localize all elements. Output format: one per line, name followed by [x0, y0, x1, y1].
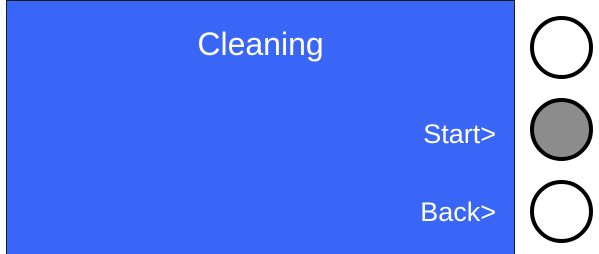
- start-softkey-label: Start>: [423, 119, 496, 149]
- device-panel: Cleaning Start> Back>: [0, 0, 599, 254]
- display-screen: Cleaning Start> Back>: [6, 0, 515, 254]
- screen-title: Cleaning: [197, 26, 324, 62]
- start-side-button[interactable]: [530, 98, 593, 161]
- back-softkey-label: Back>: [420, 197, 496, 227]
- top-side-button[interactable]: [530, 16, 593, 79]
- back-side-button[interactable]: [530, 180, 593, 243]
